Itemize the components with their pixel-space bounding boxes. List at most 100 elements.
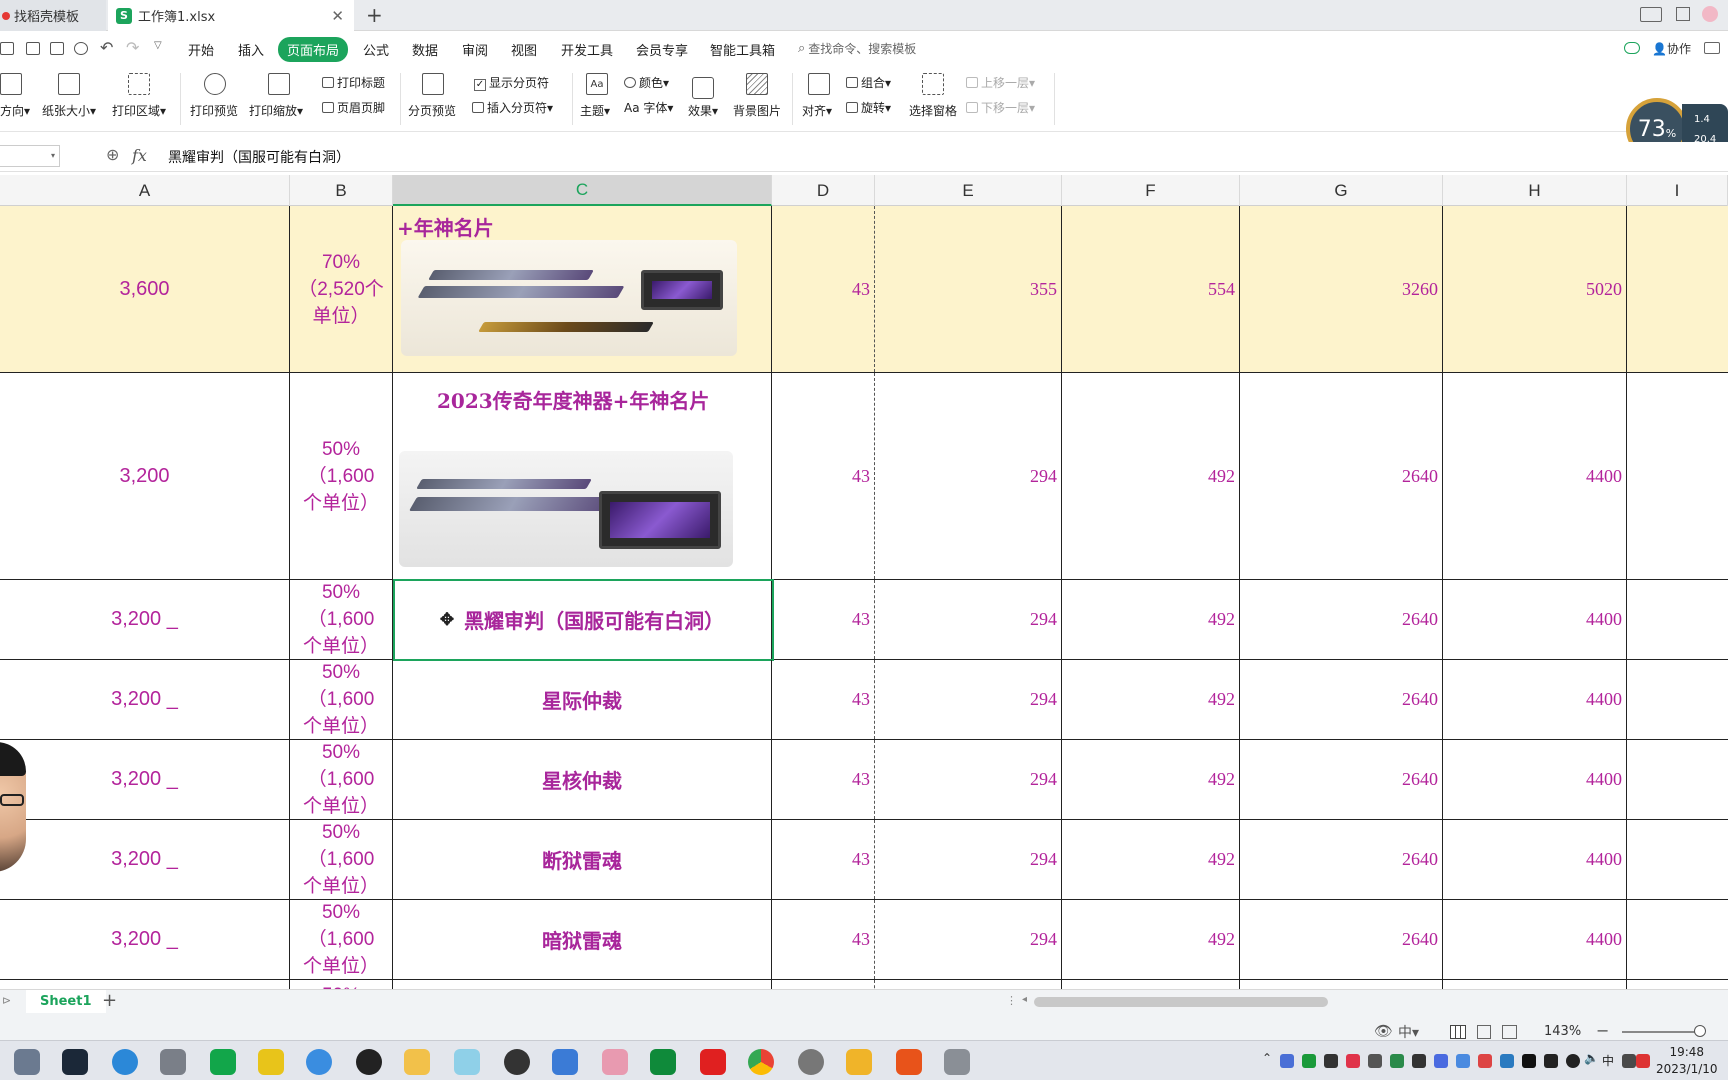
- column-header-a[interactable]: A: [0, 175, 290, 206]
- cell-h[interactable]: 4400: [1443, 820, 1627, 899]
- steam-icon[interactable]: [62, 1049, 88, 1075]
- rotate-button[interactable]: 旋转▾: [846, 99, 891, 116]
- paper-size-button[interactable]: 纸张大小▾: [42, 102, 96, 119]
- tray-app-icon[interactable]: [1478, 1054, 1492, 1068]
- tray-app-icon[interactable]: [1302, 1054, 1316, 1068]
- tray-app-icon[interactable]: [1324, 1054, 1338, 1068]
- column-header-i[interactable]: I: [1627, 175, 1728, 206]
- cell-e[interactable]: 294: [875, 580, 1062, 659]
- menu-review[interactable]: 审阅: [462, 40, 488, 59]
- menu-page-layout[interactable]: 页面布局: [278, 37, 349, 62]
- cell-e[interactable]: 294: [875, 900, 1062, 979]
- redo-icon[interactable]: ↷: [126, 38, 139, 57]
- cell-b[interactable]: 50% （1,600 个单位）: [290, 740, 393, 819]
- tray-app-icon[interactable]: [1368, 1054, 1382, 1068]
- cell-b[interactable]: 50%: [290, 980, 393, 989]
- media-icon[interactable]: [504, 1049, 530, 1075]
- cell-g[interactable]: 2640: [1240, 373, 1443, 579]
- tray-app-icon[interactable]: [1622, 1054, 1636, 1068]
- tab-workbook[interactable]: S 工作簿1.xlsx ✕: [108, 0, 354, 31]
- game-alt-icon[interactable]: [944, 1049, 970, 1075]
- cell-f[interactable]: 554: [1062, 206, 1240, 372]
- cell-e[interactable]: 355: [875, 206, 1062, 372]
- normal-view-icon[interactable]: [1450, 1025, 1466, 1039]
- formula-input[interactable]: 黑耀审判（国服可能有白洞）: [168, 147, 350, 167]
- add-sheet-plus-icon[interactable]: +: [102, 990, 117, 1011]
- cell-f[interactable]: 492: [1062, 373, 1240, 579]
- tray-mic-icon[interactable]: [1566, 1054, 1580, 1068]
- zoom-slider-knob[interactable]: [1694, 1025, 1706, 1037]
- system-clock[interactable]: 19:48 2023/1/10: [1656, 1044, 1718, 1078]
- theme-button[interactable]: 主题▾: [580, 102, 610, 119]
- menu-smart-toolbox[interactable]: 智能工具箱: [710, 40, 775, 59]
- background-image-button[interactable]: 背景图片: [733, 102, 781, 119]
- bring-forward-button[interactable]: 上移一层▾: [966, 74, 1035, 91]
- cell-h[interactable]: 4400: [1443, 373, 1627, 579]
- cell-f[interactable]: 492: [1062, 820, 1240, 899]
- cell-b[interactable]: 70% （2,520个 单位）: [290, 206, 393, 372]
- spreadsheet-grid[interactable]: 3,600 70% （2,520个 单位） +年神名片 43 355 554 3…: [0, 206, 1728, 989]
- cell-a[interactable]: 3,200 _: [0, 580, 290, 659]
- menu-insert[interactable]: 插入: [238, 40, 264, 59]
- cell-b[interactable]: 50% （1,600 个单位）: [290, 660, 393, 739]
- cloud-sync-icon[interactable]: [1624, 42, 1640, 54]
- print-icon[interactable]: [50, 42, 64, 55]
- cell-d[interactable]: 43: [772, 580, 875, 659]
- g-app-icon[interactable]: [356, 1049, 382, 1075]
- zoom-level[interactable]: 143%: [1544, 1024, 1581, 1039]
- tray-app-icon[interactable]: [1280, 1054, 1294, 1068]
- cell-a[interactable]: 3,600: [0, 206, 290, 372]
- font-button[interactable]: Aa 字体▾: [624, 99, 673, 116]
- cell-c[interactable]: 暗狱雷魂: [393, 900, 772, 979]
- column-header-f[interactable]: F: [1062, 175, 1240, 206]
- collaborate-button[interactable]: 👤协作: [1652, 40, 1691, 57]
- orientation-button[interactable]: 方向▾: [0, 102, 30, 119]
- cell-b[interactable]: 50% （1,600 个单位）: [290, 373, 393, 579]
- cell-d[interactable]: 43: [772, 740, 875, 819]
- customize-chevron-icon[interactable]: ▽: [154, 40, 162, 51]
- file-explorer-icon[interactable]: [846, 1049, 872, 1075]
- cell-f[interactable]: 492: [1062, 900, 1240, 979]
- game-launcher-icon[interactable]: [798, 1049, 824, 1075]
- cell-f[interactable]: 492: [1062, 580, 1240, 659]
- cell-h[interactable]: 5020: [1443, 206, 1627, 372]
- zoom-slider-track[interactable]: [1622, 1031, 1700, 1033]
- cell-e[interactable]: 294: [875, 740, 1062, 819]
- colors-button[interactable]: 颜色▾: [624, 74, 669, 91]
- sheet-nav-icon[interactable]: ⊳: [2, 994, 11, 1007]
- mascot-icon[interactable]: [404, 1049, 430, 1075]
- grid-view-icon[interactable]: [1676, 7, 1690, 21]
- show-page-break-checkbox[interactable]: ✓ 显示分页符: [474, 74, 549, 91]
- cell-g[interactable]: 3260: [1240, 206, 1443, 372]
- tray-app-icon[interactable]: [1522, 1054, 1536, 1068]
- header-footer-button[interactable]: 页眉页脚: [322, 99, 385, 116]
- page-layout-view-icon[interactable]: [1477, 1025, 1491, 1039]
- selection-pane-button[interactable]: 选择窗格: [909, 102, 957, 119]
- fx-icon[interactable]: fx: [132, 146, 147, 165]
- app-bird-icon[interactable]: [258, 1049, 284, 1075]
- chat-icon[interactable]: [306, 1049, 332, 1075]
- column-header-d[interactable]: D: [772, 175, 875, 206]
- weapon-image[interactable]: [399, 451, 733, 567]
- save-icon[interactable]: [0, 42, 14, 55]
- cell-c[interactable]: 星核仲裁: [393, 740, 772, 819]
- cell-a[interactable]: 3,200 _: [0, 820, 290, 899]
- menu-developer[interactable]: 开发工具: [561, 40, 613, 59]
- export-icon[interactable]: [26, 42, 40, 55]
- cell-f[interactable]: 492: [1062, 740, 1240, 819]
- align-button[interactable]: 对齐▾: [802, 102, 832, 119]
- zoom-out-icon[interactable]: −: [1596, 1021, 1609, 1040]
- cell-c[interactable]: 断狱雷魂: [393, 820, 772, 899]
- cell-e[interactable]: [875, 980, 1062, 989]
- cell-a[interactable]: 3,200 _: [0, 900, 290, 979]
- column-header-e[interactable]: E: [875, 175, 1062, 206]
- tray-app-icon[interactable]: [1412, 1054, 1426, 1068]
- cell-d[interactable]: 43: [772, 900, 875, 979]
- pdf-icon[interactable]: [896, 1049, 922, 1075]
- cell-f[interactable]: 492: [1062, 660, 1240, 739]
- cell-a[interactable]: [0, 980, 290, 989]
- share-icon[interactable]: [1704, 42, 1720, 54]
- name-box[interactable]: ▾: [0, 145, 60, 167]
- user-avatar-icon[interactable]: [1702, 6, 1718, 22]
- insert-page-break-button[interactable]: 插入分页符▾: [472, 99, 553, 116]
